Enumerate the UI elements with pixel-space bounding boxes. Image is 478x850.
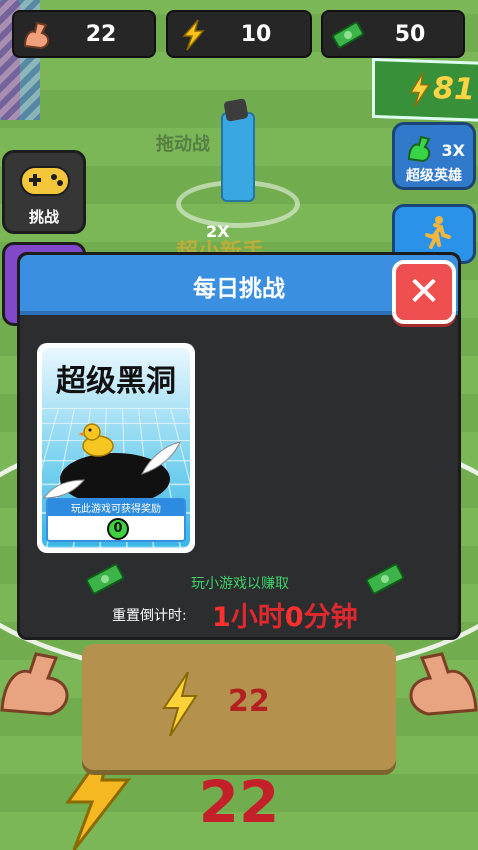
duck-icon <box>78 423 114 457</box>
strength-value: 22 <box>85 21 117 47</box>
panel-energy-value: 22 <box>228 684 270 719</box>
close-button[interactable]: ✕ <box>392 260 456 324</box>
reset-hours: 1 <box>212 602 231 633</box>
reset-minutes: 0 <box>284 602 304 633</box>
cash-value: 50 <box>394 21 426 47</box>
cash-icon <box>365 563 405 595</box>
reset-minutes-unit: 分钟 <box>303 602 358 633</box>
card-artwork: 超级黑洞 玩此游戏可获得奖励 0 <box>42 348 190 548</box>
card-reward-value: 0 <box>107 518 129 540</box>
reset-countdown-value: 1小时0分钟 <box>212 595 358 634</box>
reset-hours-unit: 小时 <box>230 602 285 633</box>
flexed-arm-icon <box>409 652 478 716</box>
earn-text: 玩小游戏以赚取 <box>191 576 289 592</box>
reset-countdown-label: 重置倒计时: <box>112 608 187 624</box>
cash-stat: 50 <box>321 10 465 58</box>
card-title: 超级黑洞 <box>56 364 176 399</box>
close-icon: ✕ <box>407 269 441 315</box>
energy-stat: 10 <box>166 10 312 58</box>
flexed-arm-icon <box>0 652 69 716</box>
lightning-icon <box>162 672 198 736</box>
big-strength-value: 22 <box>198 768 280 836</box>
minigame-card-black-hole[interactable]: 超级黑洞 玩此游戏可获得奖励 0 <box>37 343 195 553</box>
daily-challenge-dialog: 每日挑战 ✕ 超级黑洞 玩此游戏可获得奖励 0 玩小游戏以赚取 重置倒计时: 1… <box>17 252 461 640</box>
energy-value: 10 <box>240 21 272 47</box>
energy-panel[interactable]: 22 <box>82 644 396 770</box>
earn-row: 玩小游戏以赚取 <box>80 563 405 597</box>
card-reward-hint: 玩此游戏可获得奖励 <box>48 499 184 516</box>
feather-icon <box>141 441 181 475</box>
card-reward-banner: 玩此游戏可获得奖励 0 <box>46 498 186 542</box>
strength-stat: 22 <box>12 10 156 58</box>
